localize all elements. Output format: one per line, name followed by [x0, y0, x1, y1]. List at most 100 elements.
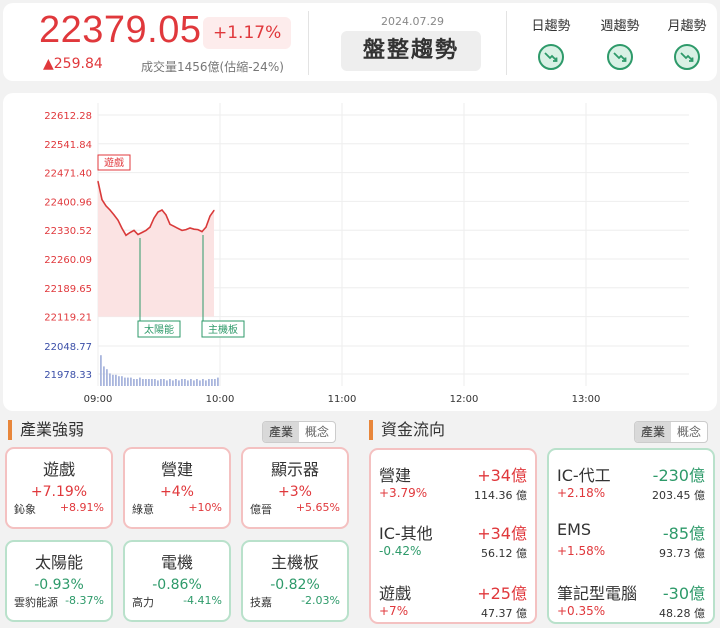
price-point: [145, 229, 147, 231]
price-point: [117, 219, 119, 221]
price-point: [129, 231, 131, 234]
weekly-trend-label: 週趨勢: [600, 19, 640, 34]
funds-toggle[interactable]: 產業 概念: [634, 421, 709, 443]
volume-bar: [118, 376, 120, 386]
toggle-concept[interactable]: 概念: [299, 422, 335, 442]
intraday-chart[interactable]: 22612.28 22541.84 22471.40 22400.96 22330.52…: [3, 93, 717, 411]
price-point: [113, 214, 115, 216]
trend-down-icon: [538, 44, 564, 70]
industry-section-title: 產業強弱: [8, 420, 84, 440]
fund-row[interactable]: IC-其他 +34億 -0.42% 56.12 億: [379, 520, 527, 570]
price-point: [197, 229, 199, 231]
fund-row[interactable]: IC-代工 -230億 +2.18% 203.45 億: [557, 462, 705, 512]
leading-stock-pct: +5.65%: [295, 501, 340, 514]
volume-bar: [115, 374, 117, 386]
market-trend-label: 盤整趨勢: [341, 31, 481, 71]
leading-stock-pct: +10%: [188, 501, 222, 514]
volume-bar: [184, 379, 186, 386]
daily-trend[interactable]: 日趨勢: [521, 15, 581, 74]
trade-volume: 成交量1456億(估縮-24%): [141, 60, 284, 74]
price-point: [205, 226, 207, 228]
volume-bar: [205, 380, 207, 386]
index-change: ▲259.84: [43, 56, 103, 72]
industry-name: 太陽能: [34, 553, 83, 572]
x-tick-label: 10:00: [206, 394, 235, 405]
y-tick-label: 22189.65: [44, 284, 92, 295]
price-point: [169, 223, 171, 225]
industry-toggle[interactable]: 產業 概念: [262, 421, 337, 443]
industry-pct: -0.86%: [152, 577, 202, 593]
volume-bar: [202, 379, 204, 386]
industry-name: 遊戲: [42, 460, 75, 479]
volume-bar: [151, 379, 153, 386]
volume-label: 21978.33: [44, 370, 92, 381]
monthly-trend-label: 月趨勢: [667, 19, 707, 34]
toggle-concept[interactable]: 概念: [671, 422, 707, 442]
volume-bar: [163, 379, 165, 386]
fund-amount: 203.45 億: [652, 489, 705, 502]
industry-card[interactable]: 顯示器 +3% 億晉 +5.65%: [241, 447, 349, 529]
volume-bar: [145, 379, 147, 386]
volume-bar: [193, 380, 195, 386]
index-header: 22379.05 +1.17% ▲259.84 成交量1456億(估縮-24%)…: [3, 3, 717, 81]
price-point: [109, 209, 111, 211]
price-point: [193, 228, 195, 230]
industry-pct: +4%: [160, 484, 194, 500]
volume-label: 22048.77: [44, 342, 92, 353]
fund-pct: +2.18%: [557, 486, 606, 500]
volume-bar: [127, 377, 129, 386]
y-tick-label: 22260.09: [44, 255, 92, 266]
volume-bar: [109, 373, 111, 386]
industry-card[interactable]: 太陽能 -0.93% 雲豹能源 -8.37%: [5, 540, 113, 622]
fund-pct: -0.42%: [379, 544, 422, 558]
volume-bar: [217, 377, 219, 386]
volume-bar: [214, 379, 216, 386]
divider: [506, 11, 507, 75]
weekly-trend[interactable]: 週趨勢: [590, 15, 650, 74]
y-tick-label: 22119.21: [44, 313, 92, 324]
index-price: 22379.05: [39, 9, 202, 51]
daily-trend-label: 日趨勢: [531, 19, 571, 34]
volume-bar: [154, 379, 156, 386]
leading-stock: 鈊象: [14, 503, 36, 516]
volume-bar: [175, 379, 177, 386]
x-tick-label: 12:00: [450, 394, 479, 405]
price-point: [201, 231, 203, 233]
volume-bar: [106, 369, 108, 386]
leading-stock-pct: -4.41%: [183, 594, 222, 607]
monthly-trend[interactable]: 月趨勢: [657, 15, 717, 74]
toggle-industry[interactable]: 產業: [263, 422, 300, 442]
industry-pct: -0.82%: [270, 577, 320, 593]
volume-bar: [148, 379, 150, 386]
leading-stock: 技嘉: [250, 596, 272, 609]
price-point: [121, 227, 123, 229]
leading-stock: 億晉: [250, 503, 272, 516]
price-point: [101, 199, 103, 201]
price-point: [137, 233, 139, 236]
fund-name: 筆記型電腦: [557, 584, 638, 603]
volume-bar: [187, 380, 189, 386]
fund-pct: +7%: [379, 604, 409, 618]
industry-name: 顯示器: [270, 460, 319, 479]
y-tick-label: 22400.96: [44, 197, 92, 208]
fund-pct: +3.79%: [379, 486, 428, 500]
fund-row[interactable]: 筆記型電腦 -30億 +0.35% 48.28 億: [557, 580, 705, 628]
toggle-industry[interactable]: 產業: [635, 422, 672, 442]
fund-name: IC-其他: [379, 524, 433, 543]
trend-down-icon: [607, 44, 633, 70]
fund-row[interactable]: 營建 +34億 +3.79% 114.36 億: [379, 462, 527, 512]
fund-amount: 114.36 億: [474, 489, 527, 502]
leading-stock-pct: +8.91%: [59, 501, 104, 514]
price-point: [181, 229, 183, 231]
fund-name: 營建: [379, 466, 412, 485]
industry-name: 營建: [160, 460, 193, 479]
industry-card[interactable]: 遊戲 +7.19% 鈊象 +8.91%: [5, 447, 113, 529]
industry-card[interactable]: 主機板 -0.82% 技嘉 -2.03%: [241, 540, 349, 622]
industry-card[interactable]: 營建 +4% 綠意 +10%: [123, 447, 231, 529]
industry-card[interactable]: 電機 -0.86% 高力 -4.41%: [123, 540, 231, 622]
industry-pct: -0.93%: [34, 577, 84, 593]
price-point: [177, 227, 179, 229]
industry-pct: +3%: [278, 484, 312, 500]
fund-row[interactable]: 遊戲 +25億 +7% 47.37 億: [379, 580, 527, 628]
fund-row[interactable]: EMS -85億 +1.58% 93.73 億: [557, 520, 705, 570]
